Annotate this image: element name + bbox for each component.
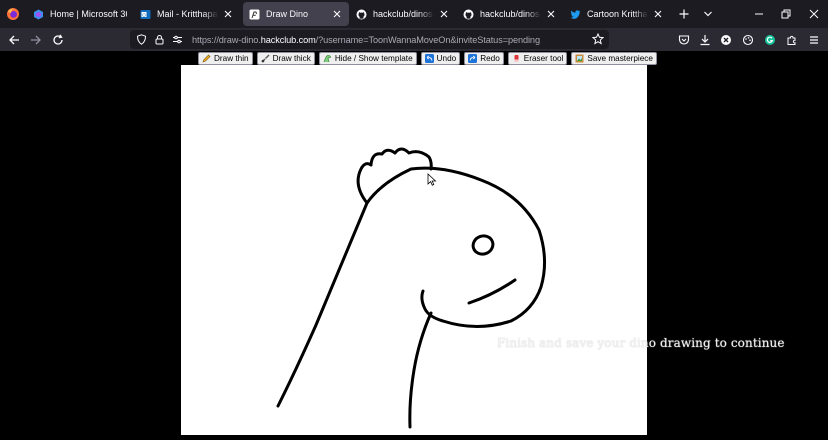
lock-icon[interactable]	[152, 33, 166, 47]
firefox-menu-icon[interactable]	[0, 0, 26, 28]
close-tab-icon[interactable]	[222, 8, 234, 20]
draw-thin-label: Draw thin	[214, 54, 249, 63]
draw-thin-button[interactable]: Draw thin	[198, 52, 253, 65]
drawing-canvas[interactable]	[181, 65, 647, 435]
app-menu-icon[interactable]	[805, 31, 823, 49]
eraser-button[interactable]: Eraser tool	[507, 52, 568, 65]
save-masterpiece-button[interactable]: Save masterpiece	[571, 52, 657, 65]
undo-icon	[424, 54, 434, 63]
mouse-cursor-icon	[427, 173, 437, 186]
extension-x-icon[interactable]	[717, 31, 735, 49]
pencil-icon	[202, 54, 211, 63]
navigation-toolbar: https://draw-dino.hackclub.com/?username…	[0, 28, 828, 51]
new-tab-icon[interactable]	[676, 6, 692, 22]
url-domain: hackclub.com	[260, 34, 316, 45]
tab-title: hackclub/dinosaurs: ✨	[373, 8, 434, 19]
redo-button[interactable]: Redo	[464, 52, 504, 65]
redo-label: Redo	[480, 54, 500, 63]
undo-label: Undo	[436, 54, 457, 63]
url-rest: /?username=ToonWannaMoveOn&inviteStatus=…	[315, 34, 540, 45]
toggle-template-label: Hide / Show template	[334, 54, 413, 63]
instruction-message: Finish and save your dino drawing to con…	[497, 336, 785, 350]
draw-thick-label: Draw thick	[272, 54, 311, 63]
draw-thick-button[interactable]: Draw thick	[256, 52, 315, 65]
pocket-icon[interactable]	[675, 31, 693, 49]
tab-draw-dino[interactable]: Draw Dino	[243, 2, 349, 26]
url-prefix: https://draw-dino.	[192, 34, 261, 45]
picture-frame-icon	[575, 54, 584, 63]
redo-icon	[468, 54, 478, 63]
grammarly-icon[interactable]	[761, 31, 779, 49]
close-tab-icon[interactable]	[438, 8, 450, 20]
dino-mouth-stroke	[467, 278, 517, 305]
outlook-icon: O	[140, 9, 151, 20]
close-tab-icon[interactable]	[545, 8, 557, 20]
forward-icon[interactable]	[27, 31, 45, 49]
dino-head-neck-stroke	[365, 166, 546, 328]
extension-palette-icon[interactable]	[739, 31, 757, 49]
tab-title: hackclub/dinosaurs: ✨	[480, 8, 541, 19]
downloads-icon[interactable]	[696, 31, 714, 49]
back-icon[interactable]	[5, 31, 23, 49]
dino-eye-stroke	[471, 234, 495, 256]
tab-title: Draw Dino	[266, 9, 309, 19]
eraser-icon	[512, 54, 521, 63]
dino-drawing	[276, 147, 546, 429]
address-bar[interactable]: https://draw-dino.hackclub.com/?username…	[130, 30, 609, 49]
tab-strip: Home | Microsoft 365 O Mail - Kritthapat…	[0, 0, 828, 28]
github-icon	[463, 9, 474, 20]
url-text: https://draw-dino.hackclub.com/?username…	[192, 35, 540, 45]
tab-title: Home | Microsoft 365	[50, 9, 127, 19]
undo-button[interactable]: Undo	[420, 52, 461, 65]
minimize-window-icon[interactable]	[751, 6, 767, 22]
draw-dino-icon	[249, 9, 260, 20]
tab-microsoft365[interactable]: Home | Microsoft 365	[27, 2, 133, 26]
restore-window-icon[interactable]	[778, 6, 794, 22]
permissions-icon[interactable]	[170, 33, 184, 47]
twitter-icon	[570, 9, 581, 20]
close-tab-icon[interactable]	[652, 8, 664, 20]
dinosaur-icon	[323, 54, 332, 63]
eraser-label: Eraser tool	[523, 54, 564, 63]
tab-github-2[interactable]: hackclub/dinosaurs: ✨	[457, 2, 563, 26]
close-tab-icon[interactable]	[331, 8, 343, 20]
svg-text:O: O	[142, 12, 146, 17]
brush-icon	[261, 54, 270, 63]
tab-github-1[interactable]: hackclub/dinosaurs: ✨	[350, 2, 456, 26]
dino-back-stroke	[276, 201, 369, 408]
tab-title: Mail - Kritthapath Ya	[157, 9, 218, 19]
dino-crest-stroke	[356, 147, 433, 205]
toggle-template-button[interactable]: Hide / Show template	[318, 52, 417, 65]
tab-title: Cartoon Kritthapath Ya	[587, 9, 648, 19]
list-all-tabs-icon[interactable]	[700, 6, 716, 22]
tracking-protection-icon[interactable]	[134, 33, 148, 47]
close-window-icon[interactable]	[806, 6, 822, 22]
dino-neck-front-stroke	[408, 311, 433, 429]
extensions-puzzle-icon[interactable]	[783, 31, 801, 49]
github-icon	[356, 9, 367, 20]
save-masterpiece-label: Save masterpiece	[587, 54, 653, 63]
microsoft365-icon	[33, 9, 44, 20]
bookmark-star-icon[interactable]	[591, 32, 605, 46]
tab-mail[interactable]: O Mail - Kritthapath Ya	[134, 2, 240, 26]
reload-icon[interactable]	[49, 31, 67, 49]
drawing-toolbar: Draw thin Draw thick Hide / Show templat…	[198, 52, 657, 65]
tab-twitter[interactable]: Cartoon Kritthapath Ya	[564, 2, 670, 26]
web-page: Draw thin Draw thick Hide / Show templat…	[0, 51, 828, 437]
